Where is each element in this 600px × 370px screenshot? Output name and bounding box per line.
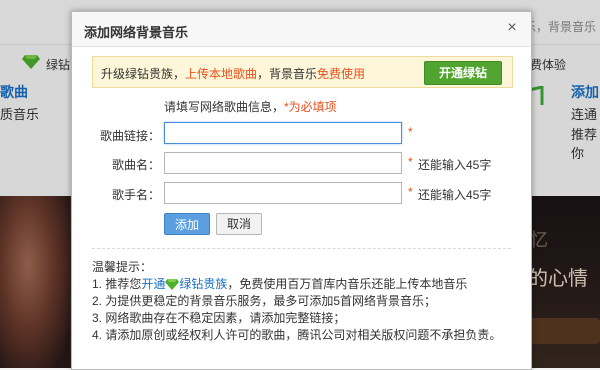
tip-item-4: 4. 请添加原创或经权利人许可的歌曲，腾讯公司对相关版权问题不承担负责。 bbox=[92, 328, 502, 342]
tip-1-prefix: 1. 推荐您 bbox=[92, 277, 142, 291]
promo-prefix: 升级绿钻贵族， bbox=[101, 67, 186, 81]
promo-text: 升级绿钻贵族，上传本地歌曲，背景音乐免费使用 bbox=[101, 65, 365, 82]
singer-name-input[interactable] bbox=[164, 182, 402, 204]
song-link-required-mark: * bbox=[408, 125, 413, 139]
song-name-required-mark: * bbox=[408, 155, 413, 169]
add-button[interactable]: 添加 bbox=[164, 213, 210, 235]
cancel-button[interactable]: 取消 bbox=[216, 213, 262, 235]
close-icon[interactable]: × bbox=[503, 19, 521, 37]
open-green-diamond-button[interactable]: 开通绿钻 bbox=[424, 61, 502, 85]
song-link-input[interactable] bbox=[164, 122, 402, 144]
form-hint-text: 请填写网络歌曲信息， bbox=[164, 100, 285, 114]
singer-name-label: 歌手名： bbox=[111, 188, 160, 202]
tip-green-diamond-link[interactable]: 绿钻贵族 bbox=[179, 277, 227, 291]
song-link-label: 歌曲链接： bbox=[100, 129, 161, 143]
tip-open-link[interactable]: 开通 bbox=[141, 277, 165, 291]
singer-name-required-mark: * bbox=[408, 185, 413, 199]
dialog-divider bbox=[92, 248, 511, 249]
tip-item-1: 1. 推荐您开通 绿钻贵族，免费使用百万首库内音乐还能上传本地音乐 bbox=[92, 276, 517, 293]
song-name-label: 歌曲名： bbox=[111, 158, 160, 172]
add-music-dialog: 添加网络背景音乐 × 升级绿钻贵族，上传本地歌曲，背景音乐免费使用 开通绿钻 请… bbox=[71, 11, 532, 370]
song-name-input[interactable] bbox=[164, 152, 402, 174]
promo-highlight-free: 免费使用 bbox=[317, 67, 366, 81]
singer-name-remaining: 还能输入45字 bbox=[418, 188, 492, 202]
tips-title: 温馨提示： bbox=[92, 260, 153, 274]
dialog-title: 添加网络背景音乐 bbox=[84, 25, 189, 40]
promo-highlight-upload: 上传本地歌曲 bbox=[185, 67, 258, 81]
green-diamond-icon bbox=[165, 279, 180, 290]
green-diamond-promo-banner: 升级绿钻贵族，上传本地歌曲，背景音乐免费使用 开通绿钻 bbox=[92, 56, 513, 88]
tip-item-2: 2. 为提供更稳定的背景音乐服务，最多可添加5首网络背景音乐； bbox=[92, 294, 437, 308]
dialog-header: 添加网络背景音乐 × bbox=[72, 12, 531, 47]
tip-item-3: 3. 网络歌曲存在不稳定因素，请添加完整链接； bbox=[92, 311, 346, 325]
tip-1-suffix: ，免费使用百万首库内音乐还能上传本地音乐 bbox=[227, 277, 468, 291]
promo-middle: ，背景音乐 bbox=[257, 67, 318, 81]
tips-section: 温馨提示： 1. 推荐您开通 绿钻贵族，免费使用百万首库内音乐还能上传本地音乐 2… bbox=[92, 259, 517, 344]
song-name-remaining: 还能输入45字 bbox=[418, 158, 492, 172]
form-hint-required: *为必填项 bbox=[284, 100, 337, 114]
form-hint: 请填写网络歌曲信息，*为必填项 bbox=[164, 98, 337, 115]
